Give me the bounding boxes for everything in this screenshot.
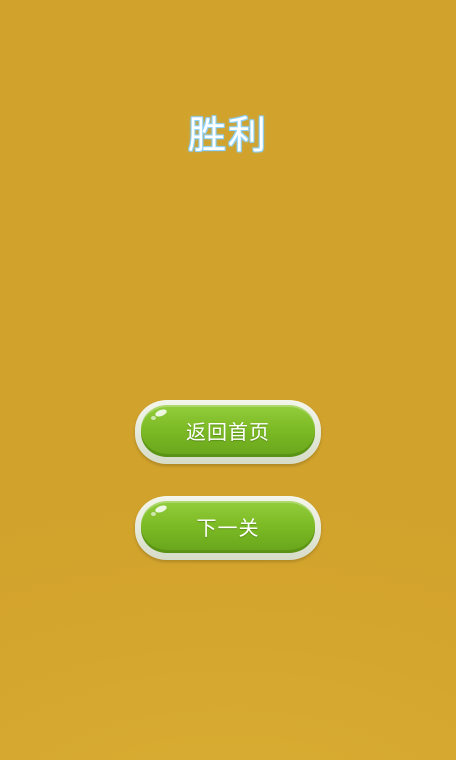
victory-screen: 胜利 返回首页 下一关 <box>0 0 456 760</box>
return-home-button-face[interactable]: 返回首页 <box>141 405 315 457</box>
return-home-label: 返回首页 <box>186 419 270 444</box>
return-home-button[interactable]: 返回首页 <box>135 400 321 464</box>
next-level-button-face[interactable]: 下一关 <box>141 501 315 553</box>
next-level-label: 下一关 <box>196 515 260 540</box>
victory-title: 胜利 <box>187 113 268 157</box>
next-level-button[interactable]: 下一关 <box>135 496 321 560</box>
